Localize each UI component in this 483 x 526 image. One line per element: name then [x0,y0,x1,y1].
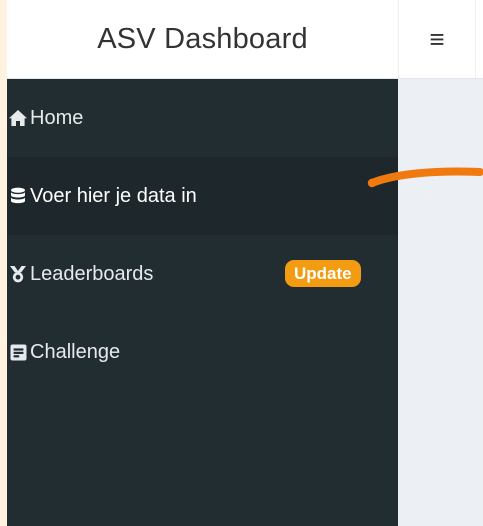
update-badge: Update [285,260,361,287]
list-icon [8,342,28,362]
sidebar-item-home[interactable]: Home [7,79,398,157]
annotation-arrow [367,167,483,188]
top-header: ASV Dashboard ≡ [7,0,483,79]
sidebar-item-challenge[interactable]: Challenge [7,313,398,391]
hamburger-icon: ≡ [429,23,445,54]
sidebar-item-label: Voer hier je data in [30,184,197,207]
home-icon [8,108,28,128]
sidebar-item-data-entry[interactable]: Voer hier je data in [7,157,398,235]
sidebar-item-label: Challenge [30,340,121,363]
app-frame: ASV Dashboard ≡ Home Voer hier je data i [7,0,483,526]
sidebar-item-leaderboards[interactable]: Leaderboards Update [7,235,398,313]
database-icon [8,186,28,206]
brand-title[interactable]: ASV Dashboard [7,0,398,78]
sidebar-item-label: Home [30,106,84,129]
sidebar-toggle-button[interactable]: ≡ [398,0,476,78]
sidebar: Home Voer hier je data in Leaderboards U… [7,79,398,526]
sidebar-item-label: Leaderboards [30,262,154,285]
medal-icon [8,264,28,284]
